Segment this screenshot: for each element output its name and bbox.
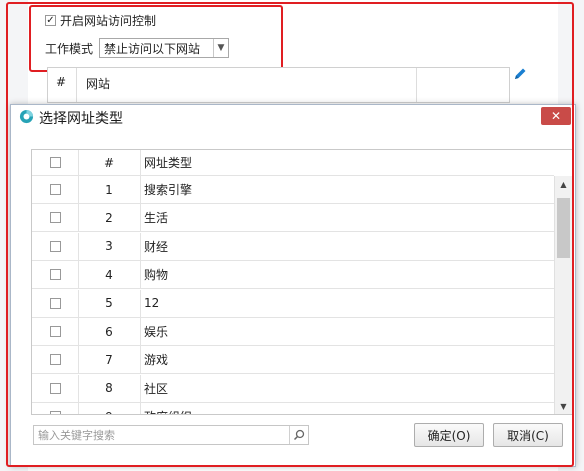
row-checkbox[interactable] <box>49 354 61 366</box>
table-row[interactable]: 3 财经 <box>32 232 554 261</box>
row-type: 12 <box>144 296 160 311</box>
row-type: 财经 <box>144 239 169 254</box>
select-all-checkbox[interactable] <box>49 157 61 168</box>
table-row[interactable]: 9政府组织 <box>32 403 554 414</box>
row-num: 8 <box>78 374 141 402</box>
table-header: # 网址类型 <box>32 150 554 176</box>
table-row[interactable]: 4 购物 <box>32 261 554 290</box>
row-type: 游戏 <box>144 353 169 368</box>
ok-button[interactable]: 确定(O) <box>414 423 484 447</box>
scrollbar-thumb[interactable] <box>557 198 570 258</box>
table-row[interactable]: 6 娱乐 <box>32 318 554 346</box>
row-checkbox[interactable] <box>49 212 61 224</box>
row-checkbox[interactable] <box>49 269 61 281</box>
globe-icon <box>19 109 34 127</box>
search-icon[interactable] <box>289 426 308 444</box>
pencil-icon[interactable] <box>512 66 528 85</box>
table-row[interactable]: 1 搜索引擎 <box>32 176 554 204</box>
site-table-col-num: # <box>56 75 67 89</box>
row-checkbox[interactable] <box>49 382 61 394</box>
table-row[interactable]: 2 生活 <box>32 204 554 233</box>
table-row[interactable]: 7 游戏 <box>32 346 554 375</box>
dialog-title: 选择网址类型 <box>39 111 123 127</box>
close-button[interactable]: ✕ <box>541 107 571 125</box>
col-header-type: 网址类型 <box>144 156 193 170</box>
row-num: 4 <box>78 261 141 289</box>
row-num: 3 <box>78 232 141 260</box>
column-divider <box>416 68 417 102</box>
column-divider <box>76 68 77 102</box>
search-input[interactable] <box>34 427 289 443</box>
url-type-table: # 网址类型 1搜索引擎2生活3财经4购物5126娱乐7游戏8社区9政府组织 ▲… <box>31 149 573 415</box>
site-table-col-site: 网站 <box>86 77 111 91</box>
row-type: 搜索引擎 <box>144 183 193 197</box>
highlight-box-settings <box>29 5 283 72</box>
row-num: 6 <box>78 318 141 345</box>
cancel-button[interactable]: 取消(C) <box>493 423 563 447</box>
site-table: # 网站 <box>47 67 510 103</box>
close-icon: ✕ <box>550 109 562 123</box>
table-row[interactable]: 5 12 <box>32 289 554 318</box>
scroll-down-icon[interactable]: ▼ <box>555 398 572 414</box>
row-checkbox[interactable] <box>49 184 61 195</box>
row-num: 1 <box>78 176 141 203</box>
vertical-scrollbar[interactable]: ▲ ▼ <box>554 176 572 414</box>
row-type: 娱乐 <box>144 325 169 339</box>
row-num: 7 <box>78 346 141 374</box>
row-type: 购物 <box>144 268 169 283</box>
row-num: 2 <box>78 204 141 232</box>
dialog-title-bar[interactable]: 选择网址类型 <box>11 105 575 131</box>
select-url-type-dialog: 选择网址类型 ✕ # 网址类型 1 搜索引擎 2 生活 3 财经 4 购物 5 12 6 娱乐 7 游戏 8… <box>10 104 576 467</box>
keyword-search-box <box>33 425 309 445</box>
row-type: 政府组织 <box>140 403 554 414</box>
col-header-num: # <box>78 150 141 175</box>
row-num: 5 <box>78 289 141 317</box>
row-checkbox[interactable] <box>49 326 61 337</box>
row-checkbox[interactable] <box>49 240 61 252</box>
row-checkbox[interactable] <box>49 411 61 414</box>
row-checkbox[interactable] <box>49 297 61 309</box>
row-num: 9 <box>78 403 141 414</box>
row-type: 社区 <box>144 381 169 396</box>
row-type: 生活 <box>144 211 169 226</box>
table-row[interactable]: 8 社区 <box>32 374 554 403</box>
scroll-up-icon[interactable]: ▲ <box>555 176 572 192</box>
